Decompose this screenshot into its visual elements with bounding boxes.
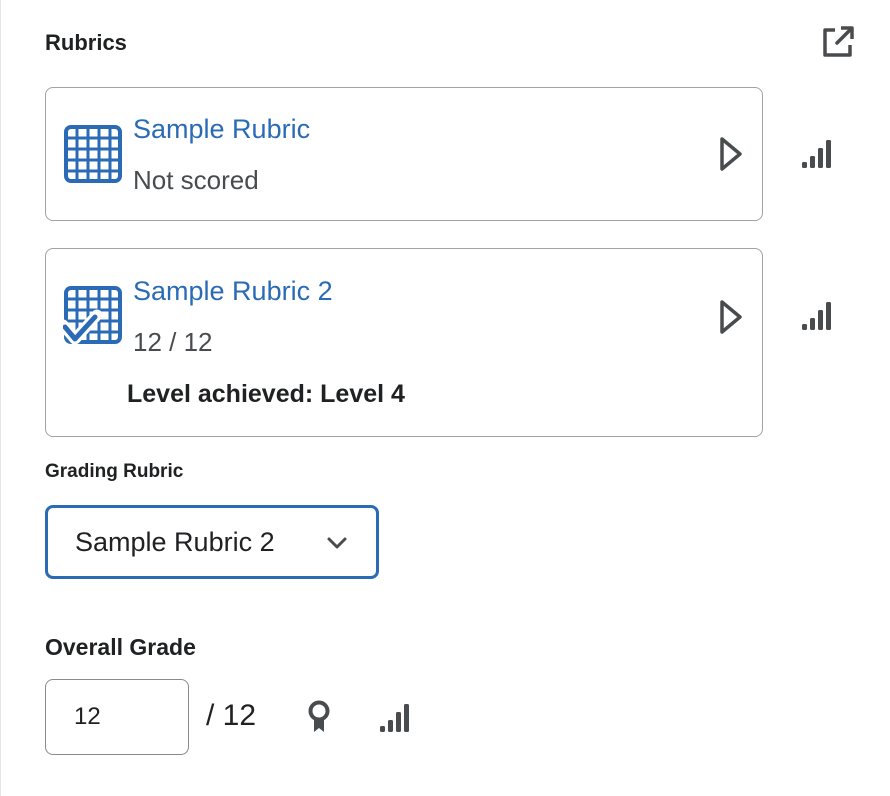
rubric-card[interactable]: Sample Rubric 2 12 / 12 Level achieved: … (45, 248, 763, 437)
rubric-card[interactable]: Sample Rubric Not scored (45, 87, 763, 221)
rubric-score: 12 / 12 (133, 327, 213, 357)
section-title: Rubrics (45, 30, 127, 55)
level-achieved: Level achieved: Level 4 (127, 380, 405, 408)
statistics-icon[interactable] (378, 702, 414, 734)
grading-rubric-select[interactable]: Sample Rubric 2 (45, 505, 379, 579)
award-ribbon-icon[interactable] (306, 700, 332, 736)
expand-arrow-icon[interactable] (719, 136, 743, 172)
popout-icon[interactable] (820, 24, 856, 60)
expand-arrow-icon[interactable] (719, 299, 743, 335)
rubric-score-status: Not scored (133, 165, 259, 195)
statistics-icon[interactable] (800, 138, 836, 170)
panel-divider (0, 0, 1, 796)
overall-grade-input[interactable] (45, 679, 189, 755)
rubric-name-link[interactable]: Sample Rubric (133, 114, 310, 145)
rubric-grid-icon (64, 125, 122, 183)
rubric-name-link[interactable]: Sample Rubric 2 (133, 276, 333, 307)
rubric-grid-check-icon (63, 286, 122, 345)
statistics-icon[interactable] (800, 300, 836, 332)
grading-rubric-label: Grading Rubric (45, 461, 184, 482)
grading-rubric-selected-value: Sample Rubric 2 (75, 527, 275, 557)
chevron-down-icon (327, 537, 347, 549)
overall-grade-total: / 12 (206, 699, 257, 732)
overall-grade-label: Overall Grade (45, 634, 196, 660)
